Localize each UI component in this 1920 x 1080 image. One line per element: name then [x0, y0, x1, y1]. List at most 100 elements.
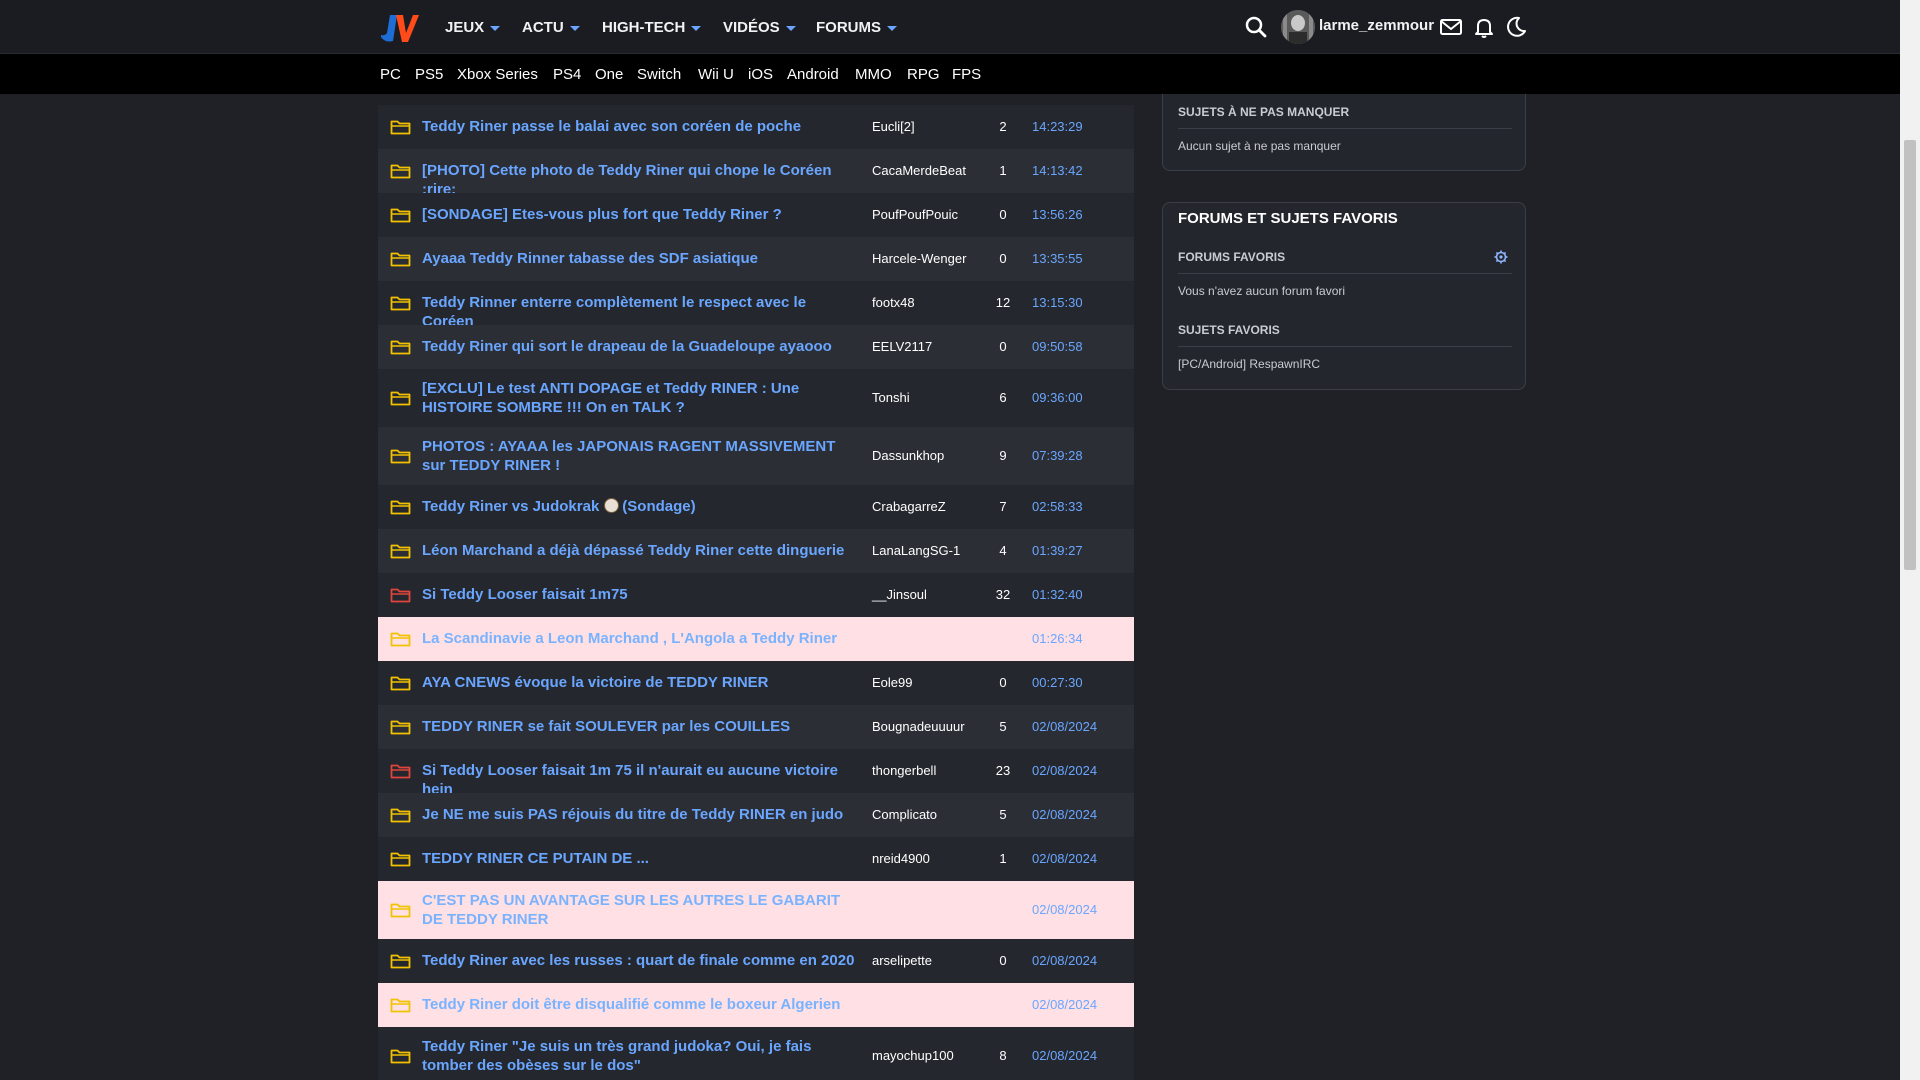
topic-row[interactable]: Teddy Rinner enterre complètement le res…: [378, 281, 1134, 330]
subnav-android[interactable]: Android: [787, 66, 839, 83]
topic-title[interactable]: Si Teddy Looser faisait 1m75: [422, 585, 860, 604]
topic-row[interactable]: Si Teddy Looser faisait 1m 75 il n'aurai…: [378, 749, 1134, 798]
topic-title[interactable]: Je NE me suis PAS réjouis du titre de Te…: [422, 805, 860, 824]
topic-title[interactable]: Léon Marchand a déjà dépassé Teddy Riner…: [422, 541, 860, 560]
topic-title[interactable]: [EXCLU] Le test ANTI DOPAGE et Teddy RIN…: [422, 379, 860, 417]
topic-last-post-time[interactable]: 09:50:58: [1032, 339, 1132, 354]
nav-forums[interactable]: FORUMS: [816, 16, 897, 38]
subnav-ps5[interactable]: PS5: [415, 66, 443, 83]
topic-author[interactable]: nreid4900: [872, 851, 992, 866]
topic-title[interactable]: [SONDAGE] Etes-vous plus fort que Teddy …: [422, 205, 860, 224]
topic-title[interactable]: AYA CNEWS évoque la victoire de TEDDY RI…: [422, 673, 860, 692]
topic-last-post-time[interactable]: 02/08/2024: [1032, 997, 1132, 1012]
topic-row[interactable]: Si Teddy Looser faisait 1m75 __Jinsoul 32 0…: [378, 573, 1134, 617]
topic-last-post-time[interactable]: 02/08/2024: [1032, 851, 1132, 866]
topic-last-post-time[interactable]: 01:39:27: [1032, 543, 1132, 558]
topic-last-post-time[interactable]: 02/08/2024: [1032, 763, 1132, 778]
topic-author[interactable]: LanaLangSG-1: [872, 543, 992, 558]
topic-title[interactable]: Ayaaa Teddy Rinner tabasse des SDF asiat…: [422, 249, 860, 268]
topic-row[interactable]: Ayaaa Teddy Rinner tabasse des SDF asiat…: [378, 237, 1134, 281]
topic-title[interactable]: Teddy Riner avec les russes : quart de f…: [422, 951, 860, 970]
topic-last-post-time[interactable]: 02/08/2024: [1032, 902, 1132, 917]
topic-row[interactable]: Teddy Riner qui sort le drapeau de la Gu…: [378, 325, 1134, 369]
topic-title[interactable]: Teddy Riner doit être disqualifié comme …: [422, 995, 860, 1014]
subnav-mmo[interactable]: MMO: [855, 66, 892, 83]
nav-jeux[interactable]: JEUX: [445, 16, 501, 38]
topic-title[interactable]: TEDDY RINER se fait SOULEVER par les COU…: [422, 717, 860, 736]
topic-row[interactable]: Teddy Riner vs Judokrak (Sondage) Crabagar…: [378, 485, 1134, 529]
topic-row[interactable]: [SONDAGE] Etes-vous plus fort que Teddy …: [378, 193, 1134, 237]
topic-author[interactable]: CrabagarreZ: [872, 499, 992, 514]
topic-last-post-time[interactable]: 09:36:00: [1032, 390, 1132, 405]
topic-last-post-time[interactable]: 02/08/2024: [1032, 719, 1132, 734]
scrollbar-thumb[interactable]: [1904, 140, 1916, 570]
subnav-fps[interactable]: FPS: [952, 66, 981, 83]
bell-icon[interactable]: [1471, 14, 1497, 40]
moon-icon[interactable]: [1503, 14, 1529, 40]
topic-row[interactable]: [PHOTO] Cette photo de Teddy Riner qui c…: [378, 149, 1134, 198]
subnav-ps4[interactable]: PS4: [553, 66, 581, 83]
topic-author[interactable]: EELV2117: [872, 339, 992, 354]
subnav-one[interactable]: One: [595, 66, 623, 83]
topic-row[interactable]: Je NE me suis PAS réjouis du titre de Te…: [378, 793, 1134, 837]
topic-author[interactable]: Eole99: [872, 675, 992, 690]
search-icon[interactable]: [1243, 14, 1269, 40]
subnav-pc[interactable]: PC: [380, 66, 401, 83]
topic-last-post-time[interactable]: 02/08/2024: [1032, 953, 1132, 968]
topic-title[interactable]: Teddy Riner "Je suis un très grand judok…: [422, 1037, 860, 1075]
topic-title[interactable]: PHOTOS : AYAAA les JAPONAIS RAGENT MASSI…: [422, 437, 860, 475]
nav-actu[interactable]: ACTU: [522, 16, 580, 38]
topic-title[interactable]: C'EST PAS UN AVANTAGE SUR LES AUTRES LE …: [422, 891, 860, 929]
topic-last-post-time[interactable]: 01:26:34: [1032, 631, 1132, 646]
topic-author[interactable]: Dassunkhop: [872, 448, 992, 463]
topic-author[interactable]: CacaMerdeBeat: [872, 163, 992, 178]
topic-row[interactable]: TEDDY RINER se fait SOULEVER par les COU…: [378, 705, 1134, 749]
topic-last-post-time[interactable]: 00:27:30: [1032, 675, 1132, 690]
mail-icon[interactable]: [1438, 14, 1464, 40]
topic-author[interactable]: Bougnadeuuuur: [872, 719, 992, 734]
topic-author[interactable]: Eucli[2]: [872, 119, 992, 134]
topic-last-post-time[interactable]: 14:13:42: [1032, 163, 1132, 178]
topic-author[interactable]: Tonshi: [872, 390, 992, 405]
topic-author[interactable]: arselipette: [872, 953, 992, 968]
topic-row[interactable]: La Scandinavie a Leon Marchand , L'Angol…: [378, 617, 1134, 661]
topic-title[interactable]: TEDDY RINER CE PUTAIN DE ...: [422, 849, 860, 868]
topic-last-post-time[interactable]: 13:35:55: [1032, 251, 1132, 266]
topic-row[interactable]: Teddy Riner passe le balai avec son coré…: [378, 105, 1134, 149]
subnav-wii-u[interactable]: Wii U: [698, 66, 734, 83]
topic-row[interactable]: Teddy Riner avec les russes : quart de f…: [378, 939, 1134, 983]
jv-logo[interactable]: [379, 9, 419, 45]
topic-row[interactable]: [EXCLU] Le test ANTI DOPAGE et Teddy RIN…: [378, 369, 1134, 427]
topic-author[interactable]: mayochup100: [872, 1048, 992, 1063]
topic-title[interactable]: Teddy Riner passe le balai avec son coré…: [422, 117, 860, 136]
topic-row[interactable]: Teddy Riner "Je suis un très grand judok…: [378, 1027, 1134, 1080]
topic-author[interactable]: footx48: [872, 295, 992, 310]
subnav-xbox-series[interactable]: Xbox Series: [457, 66, 538, 83]
topic-last-post-time[interactable]: 02/08/2024: [1032, 1048, 1132, 1063]
subnav-switch[interactable]: Switch: [637, 66, 681, 83]
username[interactable]: larme_zemmour: [1319, 17, 1434, 34]
topic-author[interactable]: __Jinsoul: [872, 587, 992, 602]
avatar[interactable]: [1281, 10, 1315, 44]
subnav-ios[interactable]: iOS: [748, 66, 773, 83]
favorite-topic-link[interactable]: [PC/Android] RespawnIRC: [1178, 357, 1320, 371]
topic-title[interactable]: La Scandinavie a Leon Marchand , L'Angol…: [422, 629, 860, 648]
topic-author[interactable]: Complicato: [872, 807, 992, 822]
topic-title[interactable]: Teddy Riner vs Judokrak (Sondage): [422, 497, 860, 516]
topic-row[interactable]: Teddy Riner doit être disqualifié comme …: [378, 983, 1134, 1027]
topic-last-post-time[interactable]: 07:39:28: [1032, 448, 1132, 463]
topic-row[interactable]: AYA CNEWS évoque la victoire de TEDDY RI…: [378, 661, 1134, 705]
topic-author[interactable]: thongerbell: [872, 763, 992, 778]
topic-row[interactable]: Léon Marchand a déjà dépassé Teddy Riner…: [378, 529, 1134, 573]
topic-title[interactable]: Teddy Riner qui sort le drapeau de la Gu…: [422, 337, 860, 356]
topic-last-post-time[interactable]: 02/08/2024: [1032, 807, 1132, 822]
topic-row[interactable]: TEDDY RINER CE PUTAIN DE ... nreid4900 1 02…: [378, 837, 1134, 881]
topic-last-post-time[interactable]: 13:56:26: [1032, 207, 1132, 222]
nav-high-tech[interactable]: HIGH-TECH: [602, 16, 702, 38]
topic-row[interactable]: C'EST PAS UN AVANTAGE SUR LES AUTRES LE …: [378, 881, 1134, 939]
topic-last-post-time[interactable]: 01:32:40: [1032, 587, 1132, 602]
gear-icon[interactable]: [1494, 250, 1508, 264]
subnav-rpg[interactable]: RPG: [907, 66, 940, 83]
topic-author[interactable]: PoufPoufPouic: [872, 207, 992, 222]
topic-last-post-time[interactable]: 02:58:33: [1032, 499, 1132, 514]
